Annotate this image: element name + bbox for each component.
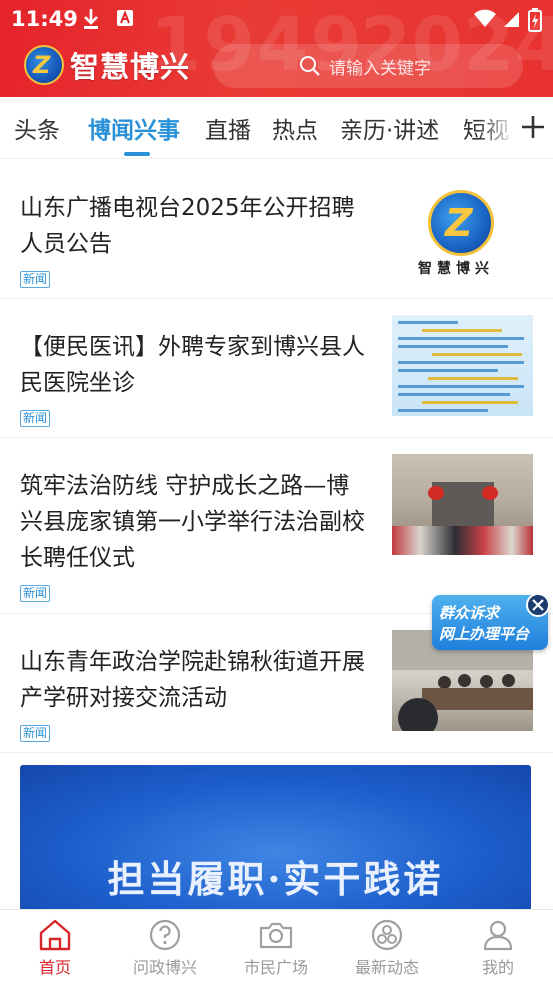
news-title: 【便民医讯】外聘专家到博兴县人民医院坐诊 bbox=[20, 334, 365, 396]
home-icon bbox=[39, 919, 71, 951]
news-title: 山东广播电视台2025年公开招聘人员公告 bbox=[20, 195, 355, 257]
search-placeholder: 请输入关键字 bbox=[329, 58, 431, 79]
channel-tabs: 头条 博闻兴事 直播 热点 亲历·讲述 短视 bbox=[0, 97, 553, 159]
news-title: 山东青年政治学院赴锦秋街道开展产学研对接交流活动 bbox=[20, 649, 365, 711]
download-icon bbox=[84, 9, 98, 29]
nav-label: 问政博兴 bbox=[132, 958, 197, 977]
tab-live[interactable]: 直播 bbox=[205, 111, 251, 145]
a-box-icon bbox=[117, 10, 133, 26]
tab-fade bbox=[477, 97, 517, 157]
nav-label: 首页 bbox=[38, 958, 71, 977]
wifi-icon bbox=[474, 9, 496, 27]
thumbnail-caption: 智慧博兴 bbox=[418, 261, 494, 277]
camera-icon bbox=[259, 922, 293, 949]
badge-line-1: 群众诉求 bbox=[439, 604, 500, 622]
banner-text: 担当履职·实干践诺 bbox=[107, 857, 444, 901]
logo-emblem: Z bbox=[428, 190, 494, 256]
news-tag: 新闻 bbox=[20, 725, 51, 742]
news-item[interactable]: 山东广播电视台2025年公开招聘人员公告 新闻 Z 智慧博兴 bbox=[0, 160, 553, 299]
badge-close-button[interactable] bbox=[526, 593, 550, 617]
news-tag: 新闻 bbox=[20, 271, 51, 288]
promo-banner[interactable]: 担当履职·实干践诺 bbox=[20, 765, 531, 911]
plus-icon[interactable] bbox=[519, 113, 547, 141]
nav-latest-updates[interactable]: 最新动态 bbox=[332, 910, 442, 984]
close-icon bbox=[532, 599, 544, 611]
badge-line-2: 网上办理平台 bbox=[439, 625, 530, 643]
nav-inquiry[interactable]: 问政博兴 bbox=[110, 910, 220, 984]
search-icon bbox=[300, 56, 320, 76]
nav-label: 最新动态 bbox=[354, 958, 419, 977]
news-item[interactable]: 【便民医讯】外聘专家到博兴县人民医院坐诊 新闻 bbox=[0, 299, 553, 438]
battery-charging-icon bbox=[528, 8, 542, 32]
bottom-nav: 首页 问政博兴 市民广场 最新动态 我的 bbox=[0, 909, 553, 984]
status-time: 11:49 bbox=[11, 7, 78, 31]
news-thumbnail: Z 智慧博兴 bbox=[392, 176, 533, 277]
status-bar: 11:49 bbox=[0, 0, 553, 38]
tab-experience[interactable]: 亲历·讲述 bbox=[340, 111, 439, 145]
news-tag: 新闻 bbox=[20, 410, 51, 427]
news-item[interactable]: 筑牢法治防线 守护成长之路—博兴县庞家镇第一小学举行法治副校长聘任仪式 新闻 bbox=[0, 438, 553, 614]
nav-label: 我的 bbox=[481, 958, 514, 977]
nav-citizen-square[interactable]: 市民广场 bbox=[221, 910, 331, 984]
app-logo[interactable]: Z 智慧博兴 bbox=[24, 45, 190, 85]
signal-icon bbox=[504, 12, 519, 27]
tab-active-indicator bbox=[124, 152, 150, 156]
app-name: 智慧博兴 bbox=[70, 50, 191, 84]
nav-mine[interactable]: 我的 bbox=[443, 910, 553, 984]
news-title: 筑牢法治防线 守护成长之路—博兴县庞家镇第一小学举行法治副校长聘任仪式 bbox=[20, 473, 365, 571]
question-icon bbox=[149, 919, 181, 951]
tab-hot[interactable]: 热点 bbox=[272, 111, 318, 145]
activity-icon bbox=[371, 919, 403, 951]
appeal-platform-badge[interactable]: 群众诉求 网上办理平台 bbox=[432, 593, 550, 650]
news-thumbnail bbox=[392, 454, 533, 555]
logo-emblem: Z bbox=[24, 45, 64, 85]
news-tag: 新闻 bbox=[20, 585, 51, 602]
news-thumbnail bbox=[392, 315, 533, 416]
user-icon bbox=[483, 920, 513, 951]
search-bar[interactable]: 请输入关键字 bbox=[213, 44, 523, 88]
nav-label: 市民广场 bbox=[243, 958, 308, 977]
tab-headlines[interactable]: 头条 bbox=[14, 111, 60, 145]
app-header: 1949 2024 11:49 Z 智慧博兴 请输入关键字 bbox=[0, 0, 553, 97]
nav-home[interactable]: 首页 bbox=[0, 910, 110, 984]
tab-bowen-xingshi[interactable]: 博闻兴事 bbox=[88, 111, 180, 145]
